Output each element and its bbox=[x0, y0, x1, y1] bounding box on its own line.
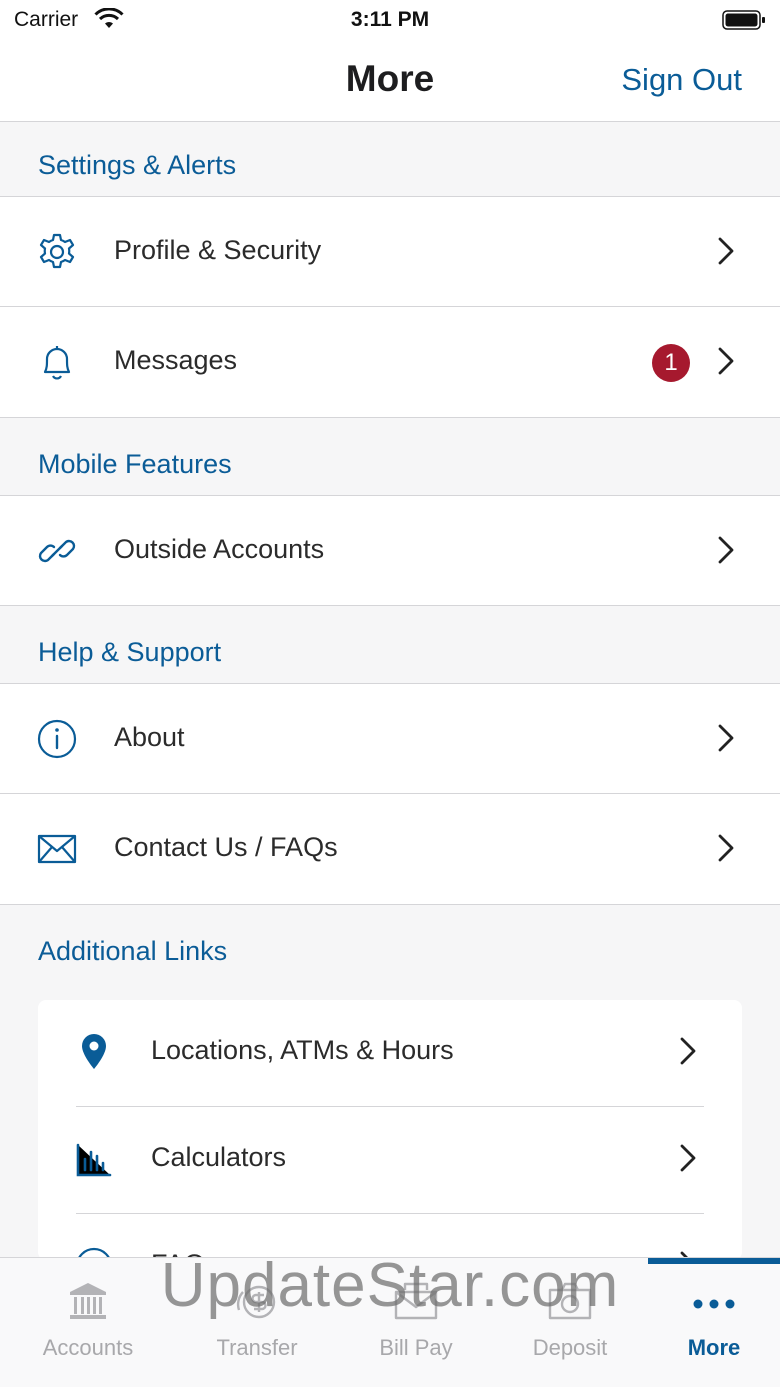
row-outside-accounts[interactable]: Outside Accounts bbox=[0, 495, 780, 606]
chevron-right-icon bbox=[718, 834, 734, 862]
section-header-additional: Additional Links bbox=[38, 936, 228, 966]
envelope-icon bbox=[37, 834, 77, 864]
tab-bar: Accounts Transfer Bill Pay Deposit More bbox=[0, 1257, 780, 1387]
row-contact-faqs[interactable]: Contact Us / FAQs bbox=[0, 794, 780, 905]
additional-links-card: Locations, ATMs & Hours Calculators FAQs bbox=[38, 1000, 742, 1260]
bell-icon bbox=[43, 346, 71, 380]
bill-envelope-icon bbox=[394, 1282, 438, 1320]
row-locations[interactable]: Locations, ATMs & Hours bbox=[38, 1000, 742, 1107]
bank-icon bbox=[70, 1283, 106, 1319]
more-dots-icon bbox=[693, 1299, 735, 1309]
camera-check-icon bbox=[548, 1282, 592, 1320]
status-time: 3:11 PM bbox=[350, 8, 430, 31]
tab-label: More bbox=[687, 1335, 741, 1360]
unread-count-badge: 1 bbox=[652, 344, 690, 382]
tab-accounts[interactable]: Accounts bbox=[10, 1258, 166, 1387]
chevron-right-icon bbox=[718, 347, 734, 375]
sign-out-button[interactable]: Sign Out bbox=[621, 62, 742, 98]
tab-label: Bill Pay bbox=[379, 1335, 453, 1360]
tab-label: Transfer bbox=[216, 1335, 298, 1360]
tab-transfer[interactable]: Transfer bbox=[179, 1258, 335, 1387]
location-pin-icon bbox=[82, 1034, 106, 1069]
battery-icon bbox=[722, 10, 765, 30]
row-faqs[interactable]: FAQs bbox=[38, 1214, 742, 1260]
row-label: Contact Us / FAQs bbox=[114, 832, 338, 862]
row-profile-security[interactable]: Profile & Security bbox=[0, 196, 780, 307]
row-label: Profile & Security bbox=[114, 235, 322, 265]
row-label: Locations, ATMs & Hours bbox=[151, 1035, 454, 1065]
active-tab-indicator bbox=[648, 1258, 780, 1264]
tab-bill-pay[interactable]: Bill Pay bbox=[338, 1258, 494, 1387]
row-calculators[interactable]: Calculators bbox=[38, 1107, 742, 1214]
gear-icon bbox=[39, 233, 75, 269]
chevron-right-icon bbox=[718, 237, 734, 265]
row-label: Calculators bbox=[151, 1142, 287, 1172]
chevron-right-icon bbox=[680, 1037, 696, 1065]
row-label: About bbox=[114, 722, 185, 752]
navigation-bar: More Sign Out bbox=[0, 40, 780, 122]
row-messages[interactable]: Messages 1 bbox=[0, 307, 780, 418]
link-icon bbox=[38, 539, 76, 563]
tab-label: Deposit bbox=[532, 1335, 608, 1360]
section-header-settings: Settings & Alerts bbox=[38, 150, 237, 180]
status-bar: Carrier 3:11 PM bbox=[0, 0, 780, 40]
section-header-mobile: Mobile Features bbox=[38, 449, 232, 479]
chevron-right-icon bbox=[718, 536, 734, 564]
row-label: Messages bbox=[114, 345, 238, 375]
row-label: Outside Accounts bbox=[114, 534, 325, 564]
chevron-right-icon bbox=[718, 724, 734, 752]
bar-chart-icon bbox=[76, 1143, 112, 1177]
chevron-right-icon bbox=[680, 1144, 696, 1172]
tab-deposit[interactable]: Deposit bbox=[492, 1258, 648, 1387]
info-icon bbox=[37, 719, 77, 759]
row-about[interactable]: About bbox=[0, 683, 780, 794]
transfer-dollar-icon bbox=[236, 1285, 276, 1319]
tab-label: Accounts bbox=[42, 1335, 134, 1360]
section-header-help: Help & Support bbox=[38, 637, 222, 667]
tab-more[interactable]: More bbox=[636, 1258, 780, 1387]
